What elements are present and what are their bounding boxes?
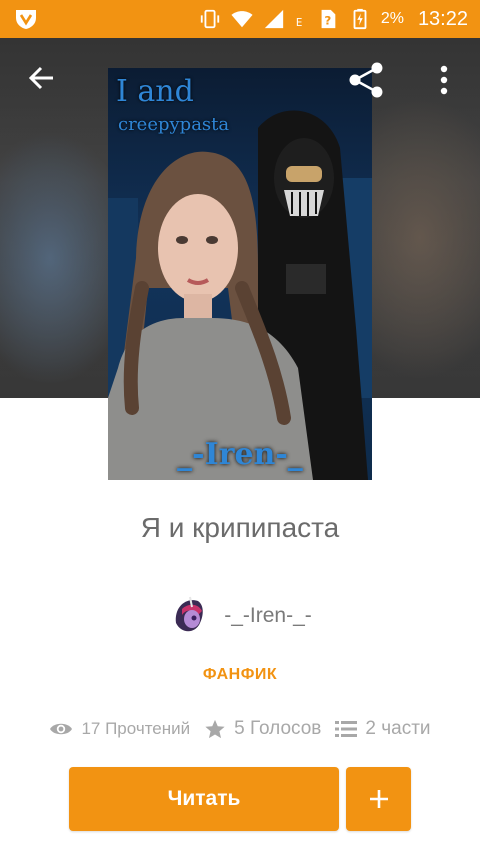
story-title: Я и крипипаста	[140, 512, 340, 543]
add-to-library-button[interactable]	[346, 767, 411, 831]
eye-icon	[50, 723, 73, 735]
battery-percent: 2%	[380, 10, 404, 27]
author-row[interactable]: -_-Iren-_-	[0, 592, 480, 640]
reads-count: 17 Прочтений	[81, 719, 191, 738]
cover-author: _-Iren-_	[177, 437, 303, 472]
parts-count: 2 части	[365, 718, 431, 739]
star-icon	[205, 719, 225, 739]
battery-charging-icon	[353, 8, 367, 30]
signal-icon	[264, 9, 283, 29]
category-label[interactable]: ФАНФИК	[0, 666, 480, 684]
data-off-icon: E	[296, 17, 303, 29]
cover-title: I and	[116, 74, 194, 109]
svg-text:?: ?	[324, 14, 331, 28]
list-icon	[335, 721, 358, 737]
story-stats: 17 Прочтений 5 Голосов 2 части	[0, 714, 480, 744]
votes-stat: 5 Голосов	[204, 718, 321, 740]
parts-stat: 2 части	[335, 718, 431, 740]
book-cover[interactable]: I and creepypasta _-Iren-_	[108, 68, 372, 480]
plus-icon	[369, 790, 388, 808]
app-logo-icon	[16, 10, 36, 29]
arrow-left-icon[interactable]	[26, 62, 58, 94]
read-button[interactable]: Читать	[69, 767, 339, 831]
clock: 13:22	[417, 7, 468, 30]
avatar[interactable]	[168, 593, 210, 639]
reads-stat: 17 Прочтений	[49, 719, 190, 739]
status-bar: E ? 2% 13:22	[0, 0, 480, 38]
author-name[interactable]: -_-Iren-_-	[224, 604, 312, 628]
votes-count: 5 Голосов	[234, 718, 322, 739]
cover-subtitle: creepypasta	[118, 114, 230, 135]
wifi-icon	[231, 11, 253, 28]
more-vert-icon[interactable]	[430, 62, 458, 98]
vibrate-icon	[200, 9, 219, 29]
svg-text:E: E	[296, 17, 303, 29]
no-sim-icon: ?	[321, 9, 336, 29]
share-icon[interactable]	[346, 60, 386, 100]
